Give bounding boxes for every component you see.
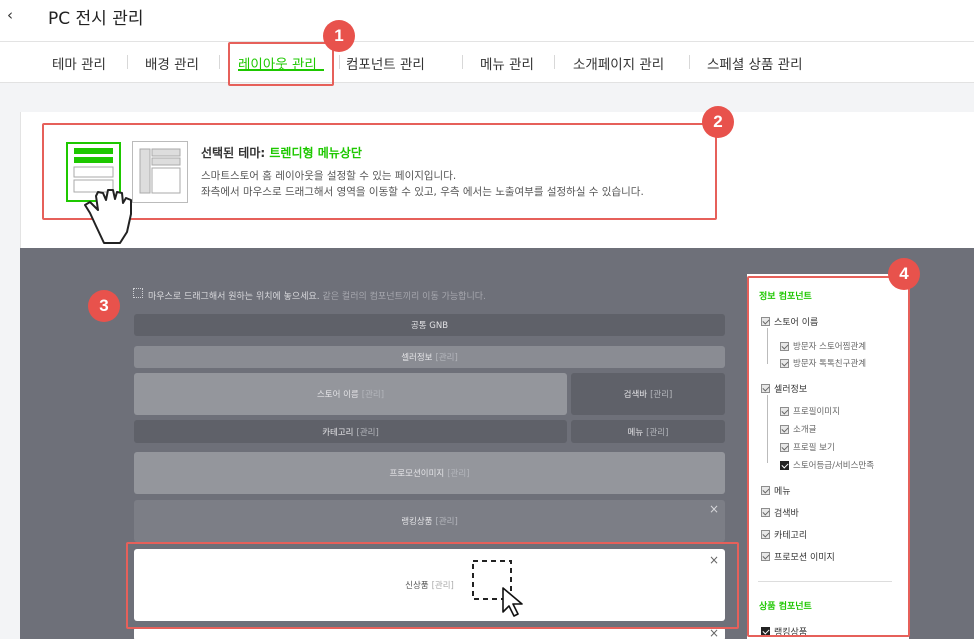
block-store-name[interactable]: 스토어 이름 [관리]	[134, 373, 567, 415]
drag-hint-text: 마우스로 드래그해서 원하는 위치에 놓으세요.	[148, 292, 320, 302]
block-manage-link[interactable]: [관리]	[447, 467, 469, 479]
tab-bar: 테마 관리 배경 관리 레이아웃 관리 컴포넌트 관리 메뉴 관리 소개페이지 …	[0, 42, 974, 83]
block-label: 랭킹상품	[401, 517, 433, 527]
block-manage-link[interactable]: [관리]	[650, 388, 672, 400]
tab-special-product[interactable]: 스페셜 상품 관리	[707, 53, 803, 73]
block-label: 공통 GNB	[410, 321, 449, 331]
tab-component[interactable]: 컴포넌트 관리	[346, 53, 425, 73]
top-bar: ‹ PC 전시 관리	[0, 0, 974, 42]
highlight-box-info	[42, 123, 717, 220]
tab-theme[interactable]: 테마 관리	[52, 53, 106, 73]
tab-divider	[219, 55, 220, 69]
block-label: 메뉴	[627, 427, 644, 438]
block-common-gnb[interactable]: 공통 GNB	[134, 314, 725, 336]
step-badge-2: 2	[702, 106, 734, 138]
step-badge-4: 4	[888, 258, 920, 290]
tab-intro-page[interactable]: 소개페이지 관리	[573, 53, 664, 73]
tab-divider	[339, 55, 340, 69]
step-badge-1: 1	[323, 20, 355, 52]
tab-divider	[462, 55, 463, 69]
block-label: 스토어 이름	[316, 390, 359, 400]
close-icon[interactable]: ×	[709, 502, 719, 516]
block-ranking-product[interactable]: 랭킹상품 [관리]	[134, 500, 725, 542]
block-manage-link[interactable]: [관리]	[436, 515, 458, 527]
drag-hint-subtext: 같은 컬러의 컴포넌트끼리 이동 가능합니다.	[322, 292, 486, 302]
block-seller-info[interactable]: 셀러정보 [관리]	[134, 346, 725, 368]
highlight-box-tab	[228, 42, 334, 86]
highlight-box-dragged-block	[126, 542, 739, 629]
block-manage-link[interactable]: [관리]	[436, 351, 458, 363]
drag-hint: 마우스로 드래그해서 원하는 위치에 놓으세요. 같은 컬러의 컴포넌트끼리 이…	[134, 289, 486, 302]
step-badge-3: 3	[88, 290, 120, 322]
block-label: 검색바	[623, 390, 648, 400]
chevron-left-icon[interactable]: ‹	[0, 0, 20, 32]
block-menu[interactable]: 메뉴 [관리]	[571, 420, 725, 443]
block-category[interactable]: 카테고리 [관리]	[134, 420, 567, 443]
block-label: 카테고리	[322, 427, 354, 438]
tab-divider	[127, 55, 128, 69]
block-manage-link[interactable]: [관리]	[646, 426, 668, 438]
block-promotion-image[interactable]: 프로모션이미지 [관리]	[134, 452, 725, 494]
block-manage-link[interactable]: [관리]	[362, 388, 384, 400]
tab-background[interactable]: 배경 관리	[145, 53, 199, 73]
block-search-bar[interactable]: 검색바 [관리]	[571, 373, 725, 415]
block-label: 셀러정보	[401, 353, 433, 363]
highlight-box-right-panel	[747, 276, 910, 637]
tab-menu[interactable]: 메뉴 관리	[480, 53, 534, 73]
tab-divider	[554, 55, 555, 69]
tab-divider	[689, 55, 690, 69]
block-label: 프로모션이미지	[389, 469, 445, 479]
page-title: PC 전시 관리	[48, 9, 144, 29]
block-manage-link[interactable]: [관리]	[357, 426, 379, 438]
